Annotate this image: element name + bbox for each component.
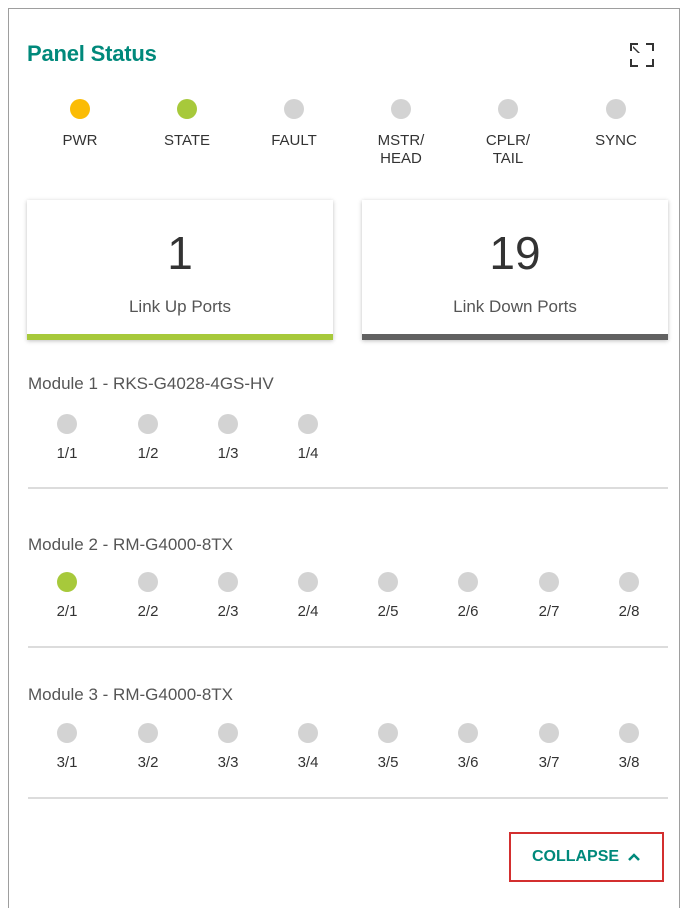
fullscreen-icon[interactable] [629, 42, 655, 68]
port-led-3-5 [378, 723, 398, 743]
module-divider [28, 646, 668, 648]
port-led-2-3 [218, 572, 238, 592]
port-led-3-1 [57, 723, 77, 743]
port-led-3-2 [138, 723, 158, 743]
status-led-mstr [391, 99, 411, 119]
port-label: 2/7 [538, 603, 560, 620]
port-led-3-3 [218, 723, 238, 743]
port-label: 3/8 [618, 754, 640, 771]
port-led-3-7 [539, 723, 559, 743]
chevron-up-icon [627, 850, 641, 864]
link-up-bar [27, 334, 333, 340]
link-down-label: Link Down Ports [453, 297, 577, 316]
status-led-state [177, 99, 197, 119]
port-led-1-1 [57, 414, 77, 434]
port-led-3-4 [298, 723, 318, 743]
port-led-2-4 [298, 572, 318, 592]
panel-title: Panel Status [27, 41, 157, 66]
port-led-3-6 [458, 723, 478, 743]
status-led-label: MSTR/HEAD [377, 132, 425, 167]
port-label: 1/2 [137, 445, 159, 462]
port-led-2-1 [57, 572, 77, 592]
port-label: 2/4 [297, 603, 319, 620]
port-led-2-2 [138, 572, 158, 592]
collapse-label: COLLAPSE [531, 848, 620, 865]
status-led-label: CPLR/TAIL [485, 132, 531, 167]
port-label: 2/3 [217, 603, 239, 620]
port-label: 3/3 [217, 754, 239, 771]
port-led-1-2 [138, 414, 158, 434]
link-down-card: 19 Link Down Ports [362, 200, 668, 340]
port-led-1-4 [298, 414, 318, 434]
module-divider [28, 487, 668, 489]
port-label: 3/5 [377, 754, 399, 771]
module-divider [28, 797, 668, 799]
link-down-count: 19 [489, 227, 541, 279]
port-label: 2/2 [137, 603, 159, 620]
port-label: 2/1 [56, 603, 78, 620]
port-led-2-6 [458, 572, 478, 592]
port-led-2-7 [539, 572, 559, 592]
status-led-label: FAULT [271, 132, 317, 149]
port-led-2-5 [378, 572, 398, 592]
collapse-button[interactable]: COLLAPSE [509, 832, 664, 882]
port-label: 3/7 [538, 754, 560, 771]
status-led-cplr [498, 99, 518, 119]
link-up-label: Link Up Ports [128, 297, 232, 316]
module-title: Module 2 - RM-G4000-8TX [28, 535, 234, 554]
port-label: 3/6 [457, 754, 479, 771]
port-label: 3/1 [56, 754, 78, 771]
port-label: 2/8 [618, 603, 640, 620]
port-led-3-8 [619, 723, 639, 743]
port-led-1-3 [218, 414, 238, 434]
module-title: Module 1 - RKS-G4028-4GS-HV [28, 374, 274, 393]
port-label: 2/6 [457, 603, 479, 620]
port-label: 2/5 [377, 603, 399, 620]
port-label: 1/3 [217, 445, 239, 462]
link-down-bar [362, 334, 668, 340]
port-label: 1/4 [297, 445, 319, 462]
port-led-2-8 [619, 572, 639, 592]
status-led-label: SYNC [595, 132, 637, 149]
port-label: 3/2 [137, 754, 159, 771]
status-led-sync [606, 99, 626, 119]
status-led-label: PWR [62, 132, 98, 149]
link-up-card: 1 Link Up Ports [27, 200, 333, 340]
link-up-count: 1 [167, 227, 193, 279]
status-led-label: STATE [163, 132, 211, 149]
status-led-fault [284, 99, 304, 119]
module-title: Module 3 - RM-G4000-8TX [28, 685, 234, 704]
port-label: 3/4 [297, 754, 319, 771]
fullscreen-icon-svg [630, 43, 654, 67]
status-led-pwr [70, 99, 90, 119]
port-label: 1/1 [56, 445, 78, 462]
